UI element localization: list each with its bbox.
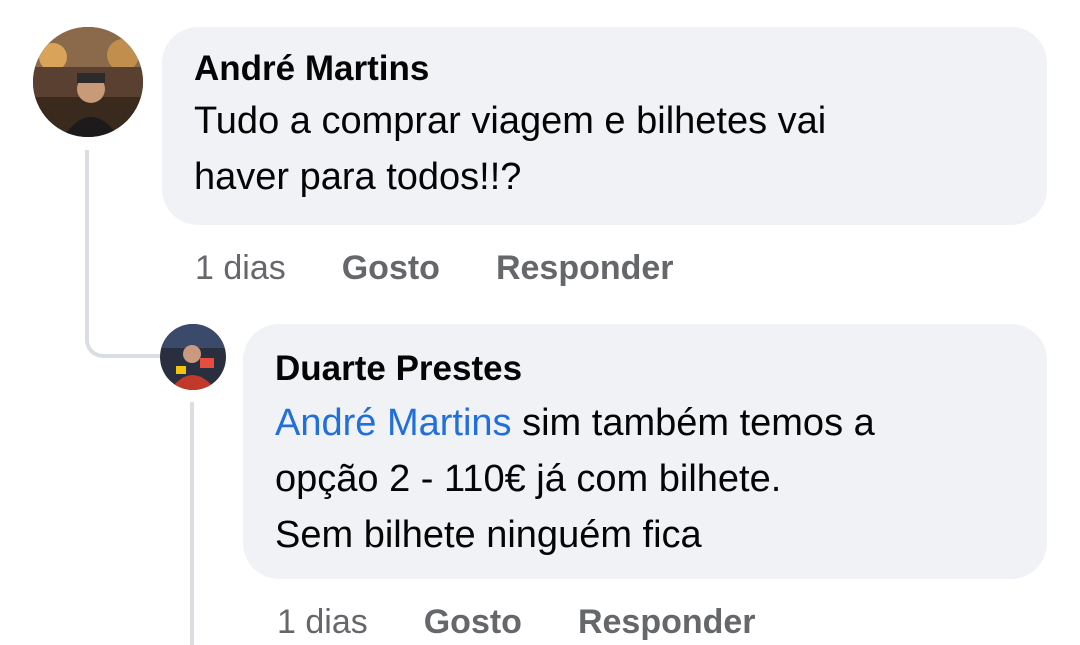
reply-text-line: Sem bilhete ninguém fica — [275, 514, 702, 556]
avatar[interactable] — [33, 27, 143, 137]
reply-author[interactable]: Duarte Prestes — [275, 349, 1017, 389]
reply-text: André Martins sim também temos a opção 2… — [275, 395, 1017, 563]
reply-actions: 1 dias Gosto Responder — [277, 602, 812, 642]
reply-thread-line — [190, 402, 194, 645]
mention-link[interactable]: André Martins — [275, 402, 512, 444]
reply-text-line: André Martins sim também temos a — [275, 395, 1017, 451]
reply-button[interactable]: Responder — [496, 249, 674, 288]
avatar-image-andre — [33, 27, 143, 137]
comment-text-line: Tudo a comprar viagem e bilhetes vai — [194, 100, 827, 142]
comment-timestamp[interactable]: 1 dias — [195, 249, 286, 288]
comment-author[interactable]: André Martins — [194, 49, 1017, 89]
comment-actions: 1 dias Gosto Responder — [195, 248, 730, 288]
thread-connector — [85, 150, 165, 358]
reply-timestamp[interactable]: 1 dias — [277, 603, 368, 642]
like-button[interactable]: Gosto — [342, 249, 440, 288]
avatar[interactable] — [160, 324, 226, 390]
reply-text-segment: sim também temos a — [511, 402, 875, 444]
reply-button[interactable]: Responder — [578, 603, 756, 642]
comment-text: Tudo a comprar viagem e bilhetes vai hav… — [194, 93, 1017, 205]
reply-bubble: Duarte Prestes André Martins sim também … — [243, 324, 1047, 579]
comment-text-line: haver para todos!!? — [194, 156, 522, 198]
avatar-image-duarte — [160, 324, 226, 390]
comment-bubble: André Martins Tudo a comprar viagem e bi… — [162, 27, 1047, 225]
reply-text-line: opção 2 - 110€ já com bilhete. — [275, 458, 782, 500]
like-button[interactable]: Gosto — [424, 603, 522, 642]
